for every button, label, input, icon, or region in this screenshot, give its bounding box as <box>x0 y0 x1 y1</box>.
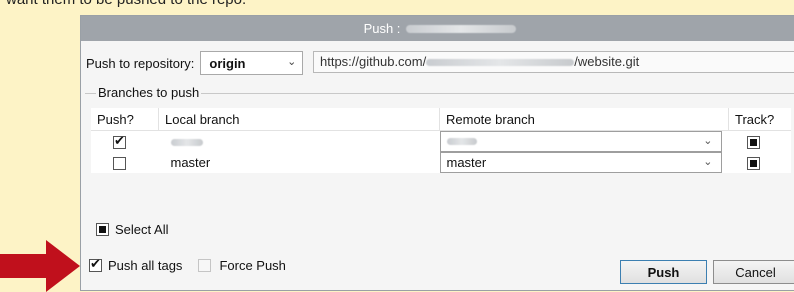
branches-header-row: Push? Local branch Remote branch Track? <box>91 108 791 131</box>
cancel-button[interactable]: Cancel <box>713 260 794 284</box>
column-header-track: Track? <box>728 108 791 131</box>
dialog-titlebar: Push : <box>81 16 794 41</box>
chevron-down-icon: ⌄ <box>703 156 713 168</box>
remote-branch-value: master <box>446 155 487 170</box>
local-branch-name: master <box>170 155 211 170</box>
push-all-tags-label: Push all tags <box>108 258 183 273</box>
remote-url-field[interactable]: https://github.com/ /website.git <box>313 51 794 73</box>
chevron-down-icon: ⌄ <box>287 56 297 68</box>
push-to-repository-label: Push to repository: <box>86 55 195 71</box>
remote-select-value: origin <box>209 55 246 71</box>
track-checkbox[interactable] <box>746 136 760 150</box>
redacted-local-branch <box>170 139 203 147</box>
select-all-label: Select All <box>115 222 169 237</box>
remote-branch-select[interactable]: master ⌄ <box>439 152 722 173</box>
instruction-text: want them to be pushed to the repo. <box>6 0 246 8</box>
push-options-row: Push all tags Force Push <box>89 256 286 273</box>
force-push-label: Force Push <box>219 258 286 273</box>
red-arrow-icon <box>0 240 80 292</box>
repository-row: Push to repository: origin ⌄ <box>86 51 304 75</box>
force-push-checkbox[interactable] <box>198 259 212 272</box>
branches-group-label: Branches to push <box>96 85 202 100</box>
remote-branch-select[interactable]: ⌄ <box>439 131 722 152</box>
track-checkbox[interactable] <box>746 157 760 171</box>
redacted-url-part <box>426 59 575 67</box>
table-row: master master ⌄ <box>91 152 791 173</box>
redacted-remote-branch <box>446 138 477 145</box>
remote-select[interactable]: origin ⌄ <box>200 51 304 75</box>
dialog-title-prefix: Push : <box>363 21 401 36</box>
select-all-checkbox[interactable] <box>96 223 109 236</box>
push-dialog: Push : Push to repository: origin ⌄ http… <box>80 15 794 291</box>
table-row: ⌄ <box>91 131 791 152</box>
push-checkbox[interactable] <box>113 157 126 171</box>
remote-url-suffix: /website.git <box>574 54 640 69</box>
column-header-remote-branch: Remote branch <box>439 108 729 131</box>
chevron-down-icon: ⌄ <box>703 135 713 147</box>
column-header-push: Push? <box>91 108 159 131</box>
push-all-tags-checkbox[interactable] <box>89 256 102 272</box>
column-header-local-branch: Local branch <box>158 108 440 131</box>
branches-table: Push? Local branch Remote branch Track? … <box>91 108 791 173</box>
select-all-control[interactable]: Select All <box>96 222 168 237</box>
push-button[interactable]: Push <box>620 260 707 284</box>
push-checkbox[interactable] <box>113 133 126 150</box>
remote-url-prefix: https://github.com/ <box>320 54 427 69</box>
redacted-repo-name <box>406 24 517 33</box>
